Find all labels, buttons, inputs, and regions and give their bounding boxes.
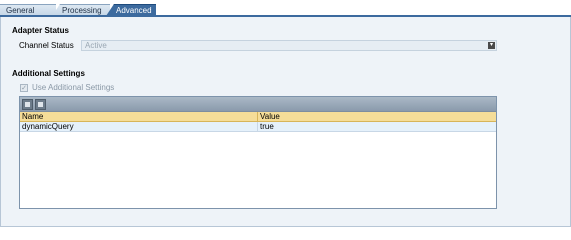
additional-settings-table: Name Value dynamicQuery true	[19, 96, 497, 209]
channel-status-dropdown[interactable]: Active ▾	[81, 40, 497, 51]
remove-row-icon[interactable]	[35, 99, 46, 110]
tab-strip: General Processing Advanced	[0, 0, 571, 17]
column-header-name[interactable]: Name	[20, 112, 258, 121]
table-toolbar	[20, 97, 496, 112]
adapter-status-title: Adapter Status	[12, 26, 69, 35]
additional-settings-title: Additional Settings	[12, 69, 85, 78]
advanced-tab-panel: Adapter Status Channel Status Active ▾ A…	[0, 17, 571, 227]
channel-status-label: Channel Status	[19, 41, 74, 50]
channel-status-value: Active	[85, 41, 107, 50]
table-header: Name Value	[20, 112, 496, 122]
add-row-icon[interactable]	[22, 99, 33, 110]
cell-name[interactable]: dynamicQuery	[20, 122, 258, 131]
table-row[interactable]: dynamicQuery true	[20, 122, 496, 132]
column-header-value[interactable]: Value	[258, 112, 496, 121]
communication-channel-editor: General Processing Advanced Adapter Stat…	[0, 0, 571, 227]
table-empty-area	[20, 132, 496, 208]
use-additional-settings-checkbox[interactable]: ✓	[20, 84, 28, 92]
cell-value[interactable]: true	[258, 122, 496, 131]
use-additional-settings-label: Use Additional Settings	[32, 83, 115, 92]
chevron-down-icon[interactable]: ▾	[488, 42, 495, 49]
